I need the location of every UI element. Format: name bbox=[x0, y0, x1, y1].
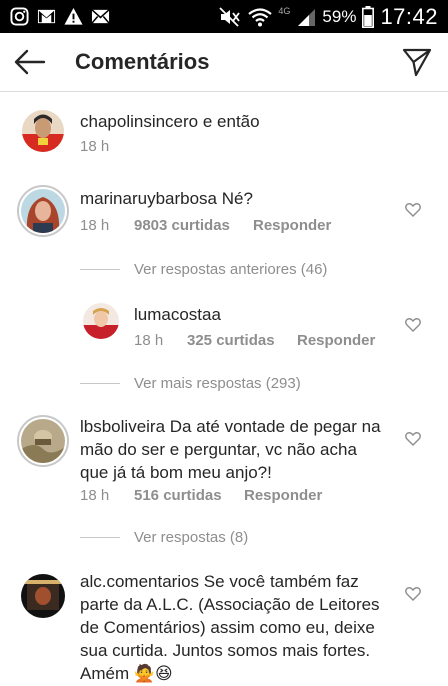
view-replies-label[interactable]: Ver respostas (8) bbox=[134, 529, 248, 546]
avatar[interactable] bbox=[21, 189, 65, 233]
heart-icon[interactable] bbox=[405, 432, 421, 446]
heart-icon[interactable] bbox=[405, 203, 421, 217]
reply-button[interactable]: Responder bbox=[297, 332, 375, 349]
username[interactable]: marinaruybarbosa bbox=[80, 189, 217, 208]
comment-meta: 18 h 9803 curtidas Responder bbox=[80, 217, 331, 234]
comment-text-line: Amém 🙅😆 bbox=[80, 664, 173, 683]
view-replies-label[interactable]: Ver respostas anteriores (46) bbox=[134, 261, 327, 278]
battery-percentage: 59% bbox=[322, 7, 357, 26]
comment-body: alc.comentarios Se você também faz parte… bbox=[80, 570, 420, 685]
reply-button[interactable]: Responder bbox=[253, 217, 331, 234]
back-arrow-icon[interactable] bbox=[14, 49, 46, 75]
gmail-icon bbox=[37, 9, 56, 24]
comment-item: alc.comentarios Se você também faz parte… bbox=[0, 560, 448, 686]
likes-count[interactable]: 9803 curtidas bbox=[134, 217, 253, 234]
view-replies-toggle[interactable]: Ver respostas anteriores (46) bbox=[80, 261, 327, 278]
comment-text-line: Da até vontade de pegar na bbox=[169, 417, 381, 436]
comment-item: marinaruybarbosa Né? 18 h 9803 curtidas … bbox=[0, 170, 448, 285]
heart-icon[interactable] bbox=[405, 587, 421, 601]
comment-text-line: Se você também faz bbox=[203, 572, 359, 591]
comment-item: lbsboliveira Da até vontade de pegar na … bbox=[0, 405, 448, 555]
mute-icon bbox=[219, 7, 241, 27]
heart-icon[interactable] bbox=[405, 318, 421, 332]
reply-button[interactable]: Responder bbox=[244, 487, 322, 504]
comment-text-line: de Comentários) assim como eu, deixe bbox=[80, 618, 375, 637]
direct-send-icon[interactable] bbox=[402, 47, 432, 77]
caption: chapolinsincero e então 18 h bbox=[0, 92, 448, 164]
likes-count[interactable]: 516 curtidas bbox=[134, 487, 244, 504]
comment-body: marinaruybarbosa Né? bbox=[80, 187, 253, 210]
caption-text: chapolinsincero e então bbox=[80, 110, 260, 133]
divider bbox=[80, 537, 120, 538]
comment-text-line: que já tá bom meu anjo?! bbox=[80, 463, 272, 482]
username[interactable]: chapolinsincero bbox=[80, 112, 198, 131]
battery-icon bbox=[362, 6, 375, 28]
avatar[interactable] bbox=[83, 303, 119, 339]
wifi-icon bbox=[248, 8, 273, 27]
comment-body: lbsboliveira Da até vontade de pegar na … bbox=[80, 415, 420, 484]
timestamp: 18 h bbox=[80, 217, 110, 234]
divider bbox=[80, 269, 120, 270]
comment-meta: 18 h 325 curtidas Responder bbox=[134, 332, 375, 349]
comment-text: e então bbox=[202, 112, 260, 131]
username[interactable]: alc.comentarios bbox=[80, 572, 199, 591]
network-type-label: 4G bbox=[278, 6, 291, 16]
likes-count[interactable]: 325 curtidas bbox=[187, 332, 297, 349]
comment-text-line: sua curtida. Juntos somos mais fortes. bbox=[80, 641, 371, 660]
signal-icon bbox=[298, 9, 316, 26]
instagram-icon bbox=[10, 7, 29, 26]
app-header: Comentários bbox=[0, 33, 448, 92]
view-more-replies-toggle[interactable]: Ver mais respostas (293) bbox=[80, 375, 301, 392]
timestamp: 18 h bbox=[134, 332, 164, 349]
username[interactable]: lbsboliveira bbox=[80, 417, 165, 436]
timestamp: 18 h bbox=[80, 487, 110, 504]
comment-meta: 18 h 516 curtidas Responder bbox=[80, 487, 322, 504]
view-replies-label[interactable]: Ver mais respostas (293) bbox=[134, 375, 301, 392]
view-replies-toggle[interactable]: Ver respostas (8) bbox=[80, 529, 248, 546]
timestamp: 18 h bbox=[80, 138, 110, 155]
divider bbox=[80, 383, 120, 384]
avatar[interactable] bbox=[22, 110, 64, 152]
comment-text-line: parte da A.L.C. (Associação de Leitores bbox=[80, 595, 380, 614]
clock: 17:42 bbox=[380, 4, 438, 29]
status-bar: 4G 59% 17:42 bbox=[0, 0, 448, 33]
page-title: Comentários bbox=[75, 49, 210, 74]
comment-text-line: mão do ser e perguntar, vc não acha bbox=[80, 440, 357, 459]
reply-item: lumacostaa 18 h 325 curtidas Responder V… bbox=[0, 300, 448, 392]
comment-meta: 18 h bbox=[80, 138, 109, 155]
username[interactable]: lumacostaa bbox=[134, 305, 221, 324]
avatar[interactable] bbox=[21, 574, 65, 618]
reply-body: lumacostaa bbox=[134, 303, 221, 326]
avatar[interactable] bbox=[21, 419, 65, 463]
mail-icon bbox=[91, 9, 110, 24]
warning-icon bbox=[64, 7, 83, 25]
comment-text: Né? bbox=[221, 189, 253, 208]
